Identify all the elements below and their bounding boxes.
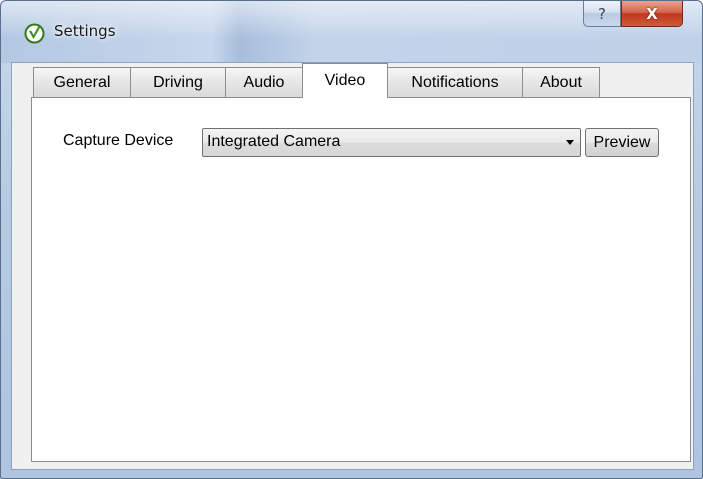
- capture-device-value: Integrated Camera: [207, 133, 341, 150]
- tab-general[interactable]: General: [33, 67, 131, 97]
- close-button[interactable]: X: [621, 1, 683, 27]
- title-bar[interactable]: Settings ? X: [1, 1, 702, 63]
- tab-driving[interactable]: Driving: [130, 67, 226, 97]
- preview-button-label: Preview: [593, 133, 651, 151]
- capture-device-label: Capture Device: [63, 132, 174, 149]
- tab-video[interactable]: Video: [302, 63, 388, 98]
- close-icon: X: [646, 4, 658, 23]
- chevron-down-icon[interactable]: [566, 140, 574, 145]
- tab-label: General: [53, 73, 111, 91]
- app-logo-icon: [24, 23, 45, 44]
- settings-window: Settings ? X General Driving Audio Video…: [0, 0, 703, 479]
- tab-label: Video: [324, 72, 366, 89]
- tab-notifications[interactable]: Notifications: [387, 67, 523, 97]
- help-icon: ?: [598, 4, 606, 23]
- tab-label: Notifications: [411, 73, 499, 91]
- help-button[interactable]: ?: [583, 1, 621, 27]
- window-title: Settings: [54, 22, 116, 40]
- tab-label: Driving: [153, 73, 203, 91]
- tab-audio[interactable]: Audio: [225, 67, 303, 97]
- capture-device-select[interactable]: Integrated Camera: [202, 128, 581, 157]
- tab-label: Audio: [243, 73, 285, 91]
- preview-button[interactable]: Preview: [585, 128, 659, 157]
- tab-label: About: [540, 73, 582, 91]
- tab-about[interactable]: About: [522, 67, 600, 97]
